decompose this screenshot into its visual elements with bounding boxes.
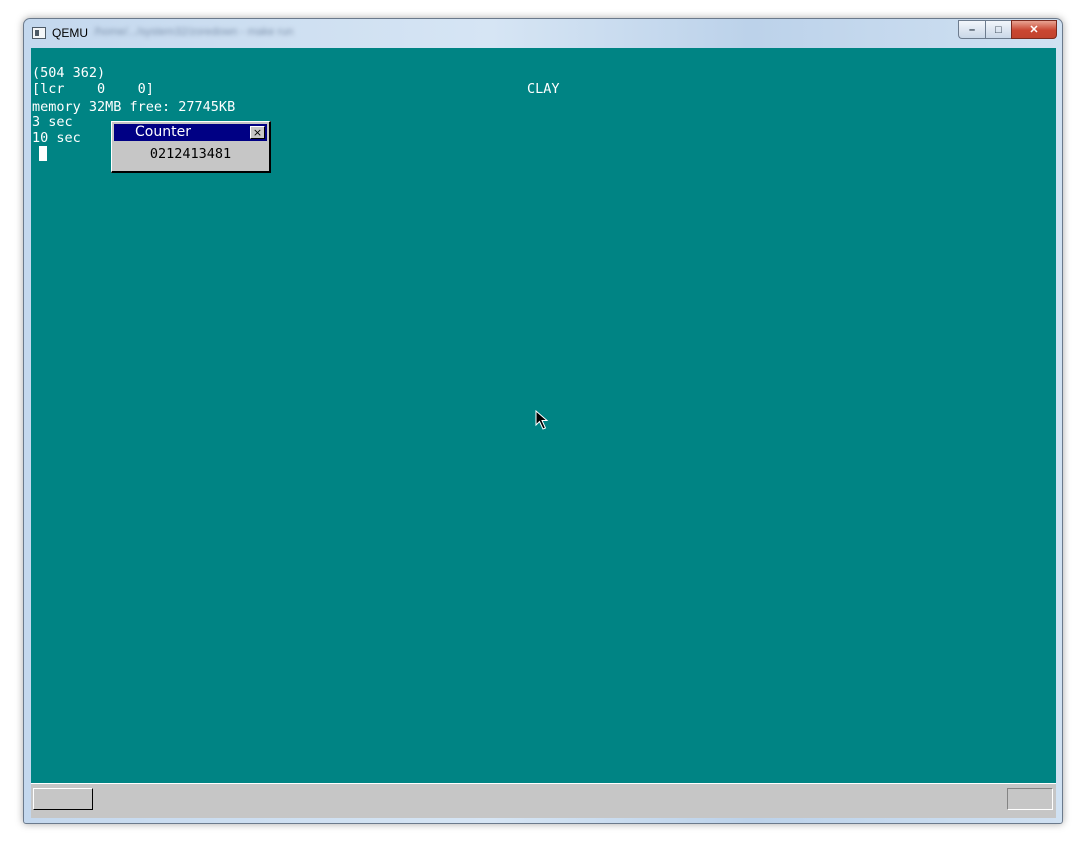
minimize-button[interactable]: – xyxy=(958,20,985,39)
title-bar[interactable]: QEMU /home/.../system32/zoredown - make … xyxy=(24,19,1062,49)
maximize-button[interactable]: □ xyxy=(985,20,1011,39)
memory-readout: memory 32MB free: 27745KB xyxy=(32,99,236,115)
close-button[interactable]: ✕ xyxy=(1011,20,1057,39)
counter-close-button[interactable]: × xyxy=(250,126,265,139)
guest-taskbar xyxy=(31,783,1056,818)
screenshot-stage: QEMU /home/.../system32/zoredown - make … xyxy=(0,0,1086,852)
caption-buttons: – □ ✕ xyxy=(958,20,1057,39)
counter-value: 0212413481 xyxy=(149,146,232,162)
tray-area xyxy=(1007,788,1053,810)
start-button[interactable] xyxy=(33,788,93,810)
maximize-icon: □ xyxy=(995,23,1002,36)
close-icon: ✕ xyxy=(1029,24,1039,36)
mouse-coordinates-readout: (504 362) xyxy=(32,65,106,81)
close-icon: × xyxy=(252,126,263,139)
window-subtitle-blurred: /home/.../system32/zoredown - make run xyxy=(94,26,294,38)
key-status-readout: [lcr 0 0] xyxy=(32,81,154,97)
text-cursor xyxy=(39,146,47,161)
counter-title: Counter xyxy=(135,124,191,140)
guest-display[interactable]: (504 362) [lcr 0 0] CLAY memory 32MB fre… xyxy=(31,48,1056,818)
counter-window[interactable]: Counter × 0212413481 xyxy=(111,121,271,173)
counter-title-bar[interactable]: Counter × xyxy=(114,124,267,141)
minimize-icon: – xyxy=(968,23,976,36)
arrow-cursor-icon xyxy=(535,410,549,430)
qemu-window-icon[interactable] xyxy=(32,27,46,39)
timer-3-sec: 3 sec xyxy=(32,114,73,130)
timer-10-sec: 10 sec xyxy=(32,130,81,146)
qemu-window: QEMU /home/.../system32/zoredown - make … xyxy=(23,18,1063,824)
os-label: CLAY xyxy=(527,81,560,97)
window-title: QEMU xyxy=(52,26,88,40)
